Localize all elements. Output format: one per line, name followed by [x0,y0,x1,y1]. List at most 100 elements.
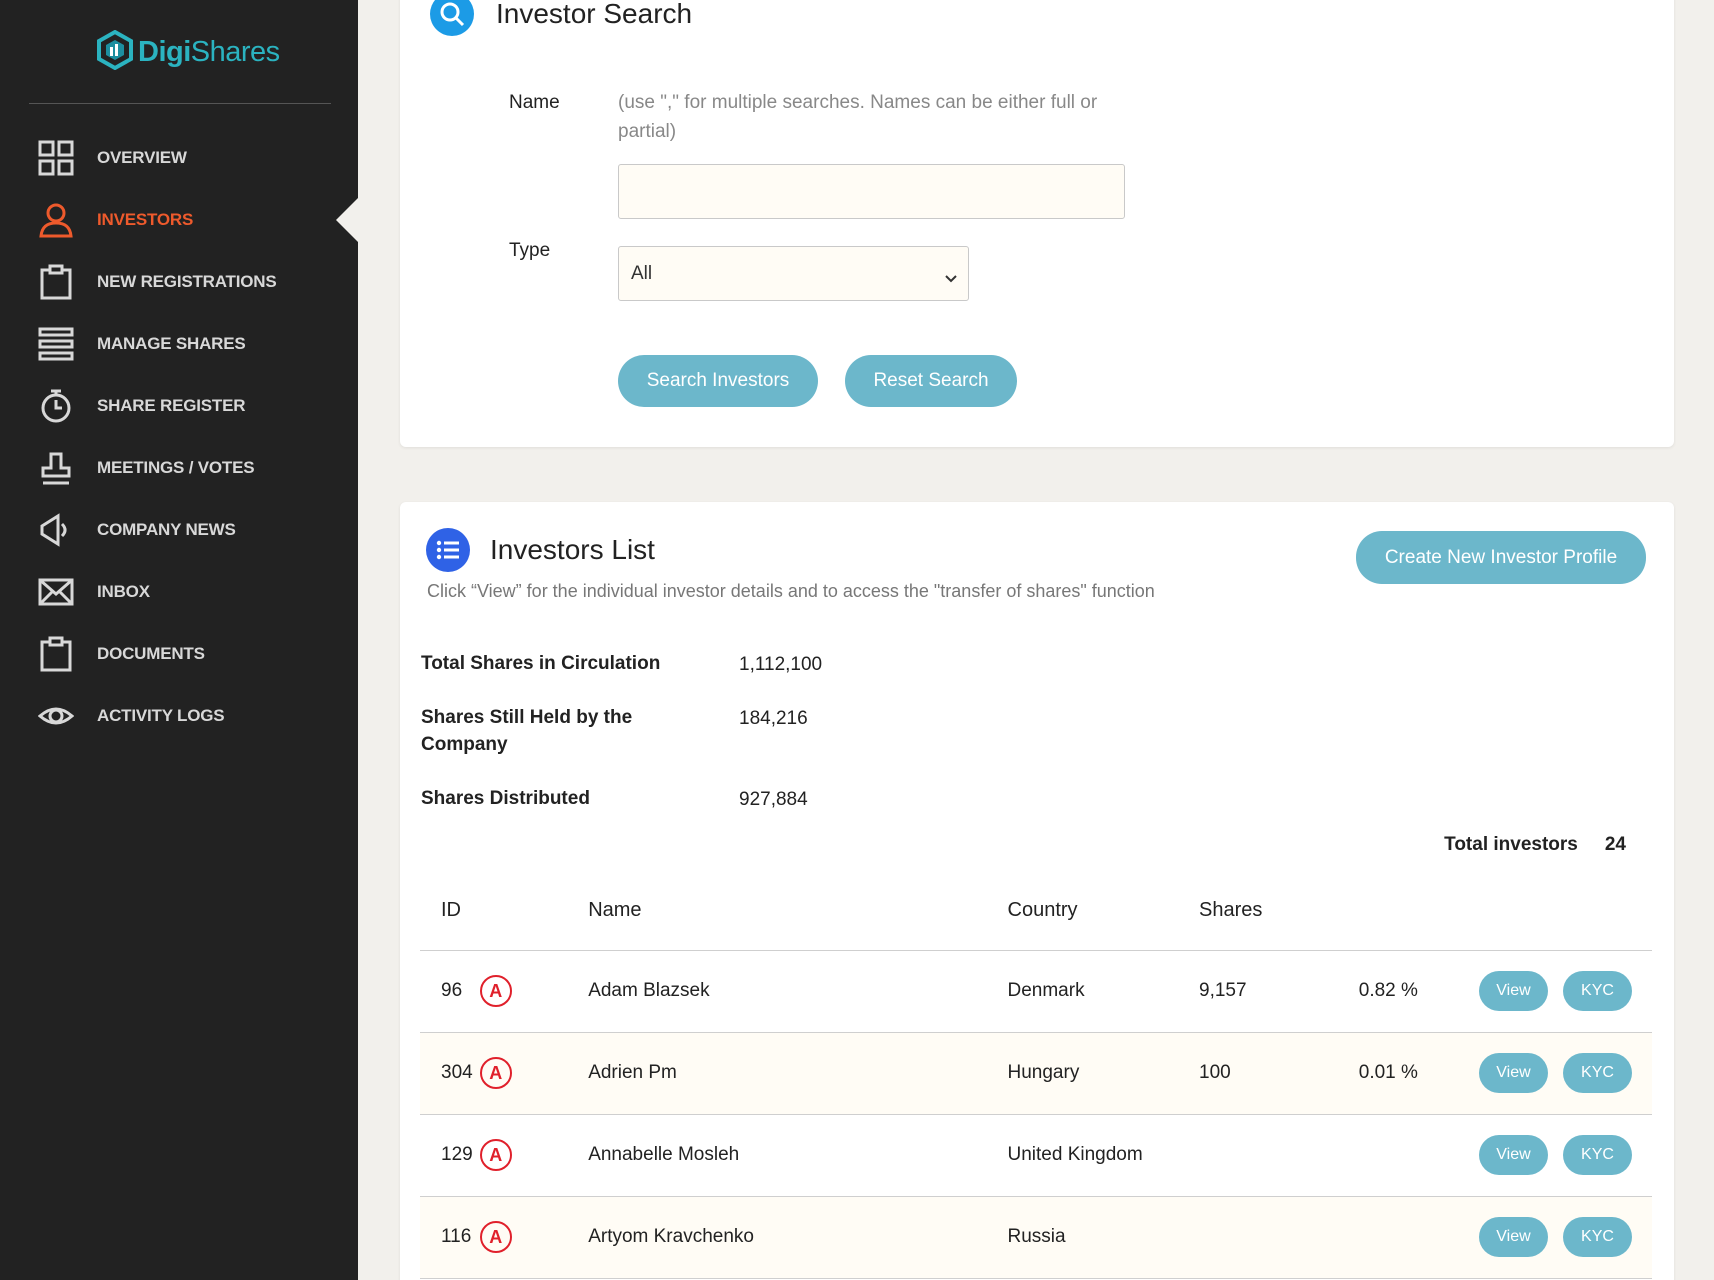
cell-shares [1189,1114,1359,1197]
cell-country: Russia [1007,1196,1189,1279]
clipboard-icon [37,635,75,673]
cell-badge: A [479,950,589,1033]
column-header-shares: Shares [1189,872,1359,951]
sidebar-item-documents[interactable]: DOCUMENTS [0,623,358,685]
stat-value-shares-held: 184,216 [739,708,808,729]
cell-badge: A [479,1114,589,1197]
accredited-badge-icon: A [479,1221,512,1253]
table-header-row: ID Name Country Shares [420,872,1652,951]
sidebar-item-label: OVERVIEW [97,148,187,167]
sidebar-item-new-registrations[interactable]: NEW REGISTRATIONS [0,251,358,313]
cell-name: Annabelle Mosleh [588,1114,1008,1197]
sidebar-divider [29,103,331,104]
stat-label-shares-held: Shares Still Held by the Company [421,707,633,755]
cell-shares: 100 [1189,1032,1359,1115]
column-header-country: Country [1007,872,1189,951]
logo-text-shares: Shares [190,36,280,68]
megaphone-icon [37,511,75,549]
table-row: 304 A Adrien Pm Hungary 100 0.01 % View … [420,1032,1652,1115]
investors-table: ID Name Country Shares 96 A Adam Blazsek… [420,872,1652,1279]
sidebar-item-inbox[interactable]: INBOX [0,561,358,623]
type-label: Type [509,240,551,261]
cell-shares: 9,157 [1189,950,1359,1033]
cell-actions: View KYC [1479,1032,1652,1115]
sidebar-item-label: INBOX [97,582,150,601]
kyc-button[interactable]: KYC [1563,1217,1632,1257]
cell-name: Adrien Pm [588,1032,1008,1115]
accredited-badge-icon: A [479,975,512,1007]
type-select[interactable]: All [618,246,969,301]
sidebar-item-label: NEW REGISTRATIONS [97,272,277,291]
cell-percent [1358,1114,1479,1197]
total-investors-label: Total investors [1444,834,1578,855]
kyc-button[interactable]: KYC [1563,1053,1632,1093]
sidebar-item-meetings-votes[interactable]: MEETINGS / VOTES [0,437,358,499]
view-button[interactable]: View [1479,971,1548,1011]
cell-country: Denmark [1007,950,1189,1033]
cell-percent: 0.01 % [1358,1032,1479,1115]
kyc-button[interactable]: KYC [1563,1135,1632,1175]
name-search-input[interactable] [618,164,1125,219]
search-investors-button[interactable]: Search Investors [618,355,818,407]
accredited-badge-icon: A [479,1057,512,1089]
sidebar-item-label: INVESTORS [97,210,194,229]
sidebar-item-label: COMPANY NEWS [97,520,236,539]
total-investors-value: 24 [1604,834,1626,855]
sidebar: DigiShares OVERVIEW INVESTORS NEW REGIST… [0,0,358,1280]
cell-shares [1189,1196,1359,1279]
user-icon [37,201,75,239]
search-card-header: Investor Search [430,0,692,36]
list-card-title: Investors List [490,534,655,565]
view-button[interactable]: View [1479,1135,1548,1175]
sidebar-item-overview[interactable]: OVERVIEW [0,127,358,189]
sidebar-item-label: ACTIVITY LOGS [97,706,225,725]
cell-actions: View KYC [1479,1114,1652,1197]
list-subtitle: Click “View” for the individual investor… [427,581,1155,601]
stat-label-shares-distributed: Shares Distributed [421,788,590,809]
cell-actions: View KYC [1479,950,1652,1033]
column-header-percent [1358,872,1479,951]
column-header-name: Name [588,872,1008,951]
accredited-badge-icon: A [479,1139,512,1171]
column-header-actions [1479,872,1652,951]
cell-badge: A [479,1032,589,1115]
type-select-value: All [631,262,653,284]
stat-value-shares-distributed: 927,884 [739,789,808,810]
stamp-icon [37,449,75,487]
table-row: 129 A Annabelle Mosleh United Kingdom Vi… [420,1114,1652,1197]
digishares-logo[interactable]: DigiShares [96,29,280,75]
view-button[interactable]: View [1479,1217,1548,1257]
reset-search-button[interactable]: Reset Search [845,355,1017,407]
stat-label-total-shares: Total Shares in Circulation [421,653,661,674]
search-icon [430,0,474,36]
sidebar-item-label: MEETINGS / VOTES [97,458,255,477]
cell-percent: 0.82 % [1358,950,1479,1033]
cell-name: Artyom Kravchenko [588,1196,1008,1279]
cell-badge: A [479,1196,589,1279]
investors-list-card: Investors List Create New Investor Profi… [400,502,1674,1280]
list-icon [37,325,75,363]
list-icon [426,528,470,572]
sidebar-item-manage-shares[interactable]: MANAGE SHARES [0,313,358,375]
sidebar-item-activity-logs[interactable]: ACTIVITY LOGS [0,685,358,747]
column-header-id: ID [420,872,480,951]
table-row: 96 A Adam Blazsek Denmark 9,157 0.82 % V… [420,950,1652,1033]
sidebar-item-company-news[interactable]: COMPANY NEWS [0,499,358,561]
cell-percent [1358,1196,1479,1279]
sidebar-item-share-register[interactable]: SHARE REGISTER [0,375,358,437]
create-investor-profile-button[interactable]: Create New Investor Profile [1356,531,1646,584]
name-label: Name [509,92,560,113]
cell-actions: View KYC [1479,1196,1652,1279]
cell-id: 304 [420,1032,480,1115]
list-card-header: Investors List [426,528,655,572]
view-button[interactable]: View [1479,1053,1548,1093]
envelope-icon [37,573,75,611]
kyc-button[interactable]: KYC [1563,971,1632,1011]
search-card-title: Investor Search [496,0,693,29]
clipboard-icon [37,263,75,301]
sidebar-item-investors[interactable]: INVESTORS [0,189,358,251]
investor-search-card: Investor Search Name (use "," for multip… [400,0,1674,447]
sidebar-nav: OVERVIEW INVESTORS NEW REGISTRATIONS MAN… [0,127,358,747]
stat-value-total-shares: 1,112,100 [739,654,823,675]
sidebar-item-label: DOCUMENTS [97,644,205,663]
